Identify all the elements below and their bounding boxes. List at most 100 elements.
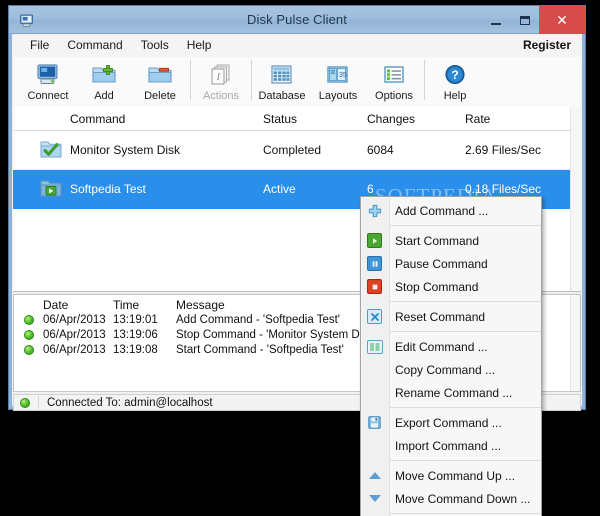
context-menu: Add Command ... Start Command Pause Comm…: [360, 196, 542, 516]
menu-item-move-command-down[interactable]: Move Command Down ...: [361, 487, 541, 510]
toolbar: Connect Add Delete I Actions Database 35…: [13, 57, 581, 108]
maximize-icon: [519, 15, 530, 25]
svg-text:?: ?: [451, 68, 458, 82]
layouts-icon: 35: [323, 61, 353, 88]
menu-item-pause-command[interactable]: Pause Command: [361, 252, 541, 275]
menu-item-label: Reset Command: [395, 309, 486, 324]
cell-status: Active: [263, 182, 296, 196]
maximize-button[interactable]: [510, 6, 539, 34]
register-link[interactable]: Register: [523, 38, 571, 52]
column-header-changes[interactable]: Changes: [367, 112, 415, 126]
commands-list-header: Command Status Changes Rate: [13, 107, 581, 131]
menu-item-label: Export Command ...: [395, 415, 502, 430]
window-controls: ✕: [481, 6, 585, 34]
save-disk-icon: [361, 416, 388, 429]
svg-text:35: 35: [339, 72, 347, 79]
menu-item-label: Rename Command ...: [395, 385, 513, 400]
cell-changes: 6: [367, 182, 374, 196]
triangle-up-icon: [361, 472, 388, 479]
menu-item-label: Copy Command ...: [395, 362, 496, 377]
menu-item-export-command[interactable]: Export Command ...: [361, 411, 541, 434]
cell-command: Monitor System Disk: [70, 143, 181, 157]
menu-item-add-command[interactable]: Add Command ...: [361, 199, 541, 222]
folder-check-icon: [39, 138, 63, 160]
toolbar-label-delete: Delete: [144, 90, 176, 102]
commands-list-scrollbar[interactable]: [570, 107, 581, 291]
pause-icon: [361, 256, 388, 271]
log-message: Stop Command - 'Monitor System Disk': [176, 329, 376, 341]
menu-bar: File Command Tools Help Register: [13, 35, 581, 58]
status-dot-icon: [24, 315, 34, 325]
column-header-command[interactable]: Command: [70, 112, 125, 126]
toolbar-label-help: Help: [443, 90, 467, 102]
plus-icon: [361, 204, 388, 218]
log-time: 13:19:06: [113, 329, 158, 341]
menu-item-tools[interactable]: Tools: [132, 35, 178, 55]
log-date: 06/Apr/2013: [43, 329, 106, 341]
menu-item-command[interactable]: Command: [58, 35, 131, 55]
cell-rate: 2.69 Files/Sec: [465, 143, 542, 157]
menu-item-label: Stop Command: [395, 279, 479, 294]
menu-item-label: Add Command ...: [395, 203, 489, 218]
menu-item-label: Move Command Down ...: [395, 491, 531, 506]
toolbar-label-actions: Actions: [202, 90, 240, 102]
menu-item-help[interactable]: Help: [178, 35, 221, 55]
status-dot-icon: [24, 345, 34, 355]
log-message: Add Command - 'Softpedia Test': [176, 314, 340, 326]
log-column-time[interactable]: Time: [113, 298, 139, 312]
context-menu-separator: [389, 301, 541, 302]
menu-item-label: Edit Command ...: [395, 339, 488, 354]
column-header-status[interactable]: Status: [263, 112, 297, 126]
folder-delete-icon: [145, 61, 175, 88]
toolbar-label-connect: Connect: [27, 90, 69, 102]
screenshot-root: Disk Pulse Client ✕ File Command Tools H…: [0, 0, 600, 516]
toolbar-button-help[interactable]: ? Help: [427, 57, 483, 105]
minimize-button[interactable]: [481, 6, 510, 34]
triangle-down-icon: [361, 495, 388, 502]
menu-item-label: Import Command ...: [395, 438, 502, 453]
menu-item-import-command[interactable]: Import Command ...: [361, 434, 541, 457]
toolbar-button-add[interactable]: Add: [76, 57, 132, 105]
log-scrollbar[interactable]: [570, 295, 580, 391]
toolbar-button-database[interactable]: Database: [254, 57, 310, 105]
log-date: 06/Apr/2013: [43, 314, 106, 326]
menu-item-edit-command[interactable]: Edit Command ...: [361, 335, 541, 358]
help-question-icon: ?: [440, 61, 470, 88]
toolbar-label-database: Database: [258, 90, 306, 102]
menu-item-file[interactable]: File: [21, 35, 58, 55]
menu-item-copy-command[interactable]: Copy Command ...: [361, 358, 541, 381]
toolbar-label-layouts: Layouts: [318, 90, 358, 102]
menu-item-label: Start Command: [395, 233, 480, 248]
context-menu-separator: [389, 331, 541, 332]
play-icon: [361, 233, 388, 248]
stop-icon: [361, 279, 388, 294]
edit-icon: [361, 339, 388, 354]
log-column-date[interactable]: Date: [43, 298, 68, 312]
column-header-rate[interactable]: Rate: [465, 112, 490, 126]
log-column-message[interactable]: Message: [176, 298, 225, 312]
close-button[interactable]: ✕: [539, 6, 585, 34]
connection-status-text: Connected To: admin@localhost: [47, 396, 213, 409]
reset-x-icon: [361, 309, 388, 324]
log-date: 06/Apr/2013: [43, 344, 106, 356]
menu-item-rename-command[interactable]: Rename Command ...: [361, 381, 541, 404]
database-grid-icon: [267, 61, 297, 88]
toolbar-button-connect[interactable]: Connect: [20, 57, 76, 105]
toolbar-button-options[interactable]: Options: [366, 57, 422, 105]
status-dot-icon: [24, 330, 34, 340]
log-message: Start Command - 'Softpedia Test': [176, 344, 344, 356]
toolbar-button-layouts[interactable]: 35 Layouts: [310, 57, 366, 105]
folder-add-icon: [89, 61, 119, 88]
toolbar-separator-2: [251, 60, 252, 100]
menu-item-move-command-up[interactable]: Move Command Up ...: [361, 464, 541, 487]
toolbar-button-actions[interactable]: I Actions: [193, 57, 249, 105]
menu-item-start-command[interactable]: Start Command: [361, 229, 541, 252]
toolbar-label-add: Add: [94, 90, 114, 102]
toolbar-label-options: Options: [375, 90, 413, 102]
folder-play-icon: [39, 177, 63, 199]
toolbar-button-delete[interactable]: Delete: [132, 57, 188, 105]
toolbar-separator-3: [424, 60, 425, 100]
menu-item-stop-command[interactable]: Stop Command: [361, 275, 541, 298]
table-row[interactable]: Monitor System Disk Completed 6084 2.69 …: [13, 131, 581, 170]
menu-item-reset-command[interactable]: Reset Command: [361, 305, 541, 328]
